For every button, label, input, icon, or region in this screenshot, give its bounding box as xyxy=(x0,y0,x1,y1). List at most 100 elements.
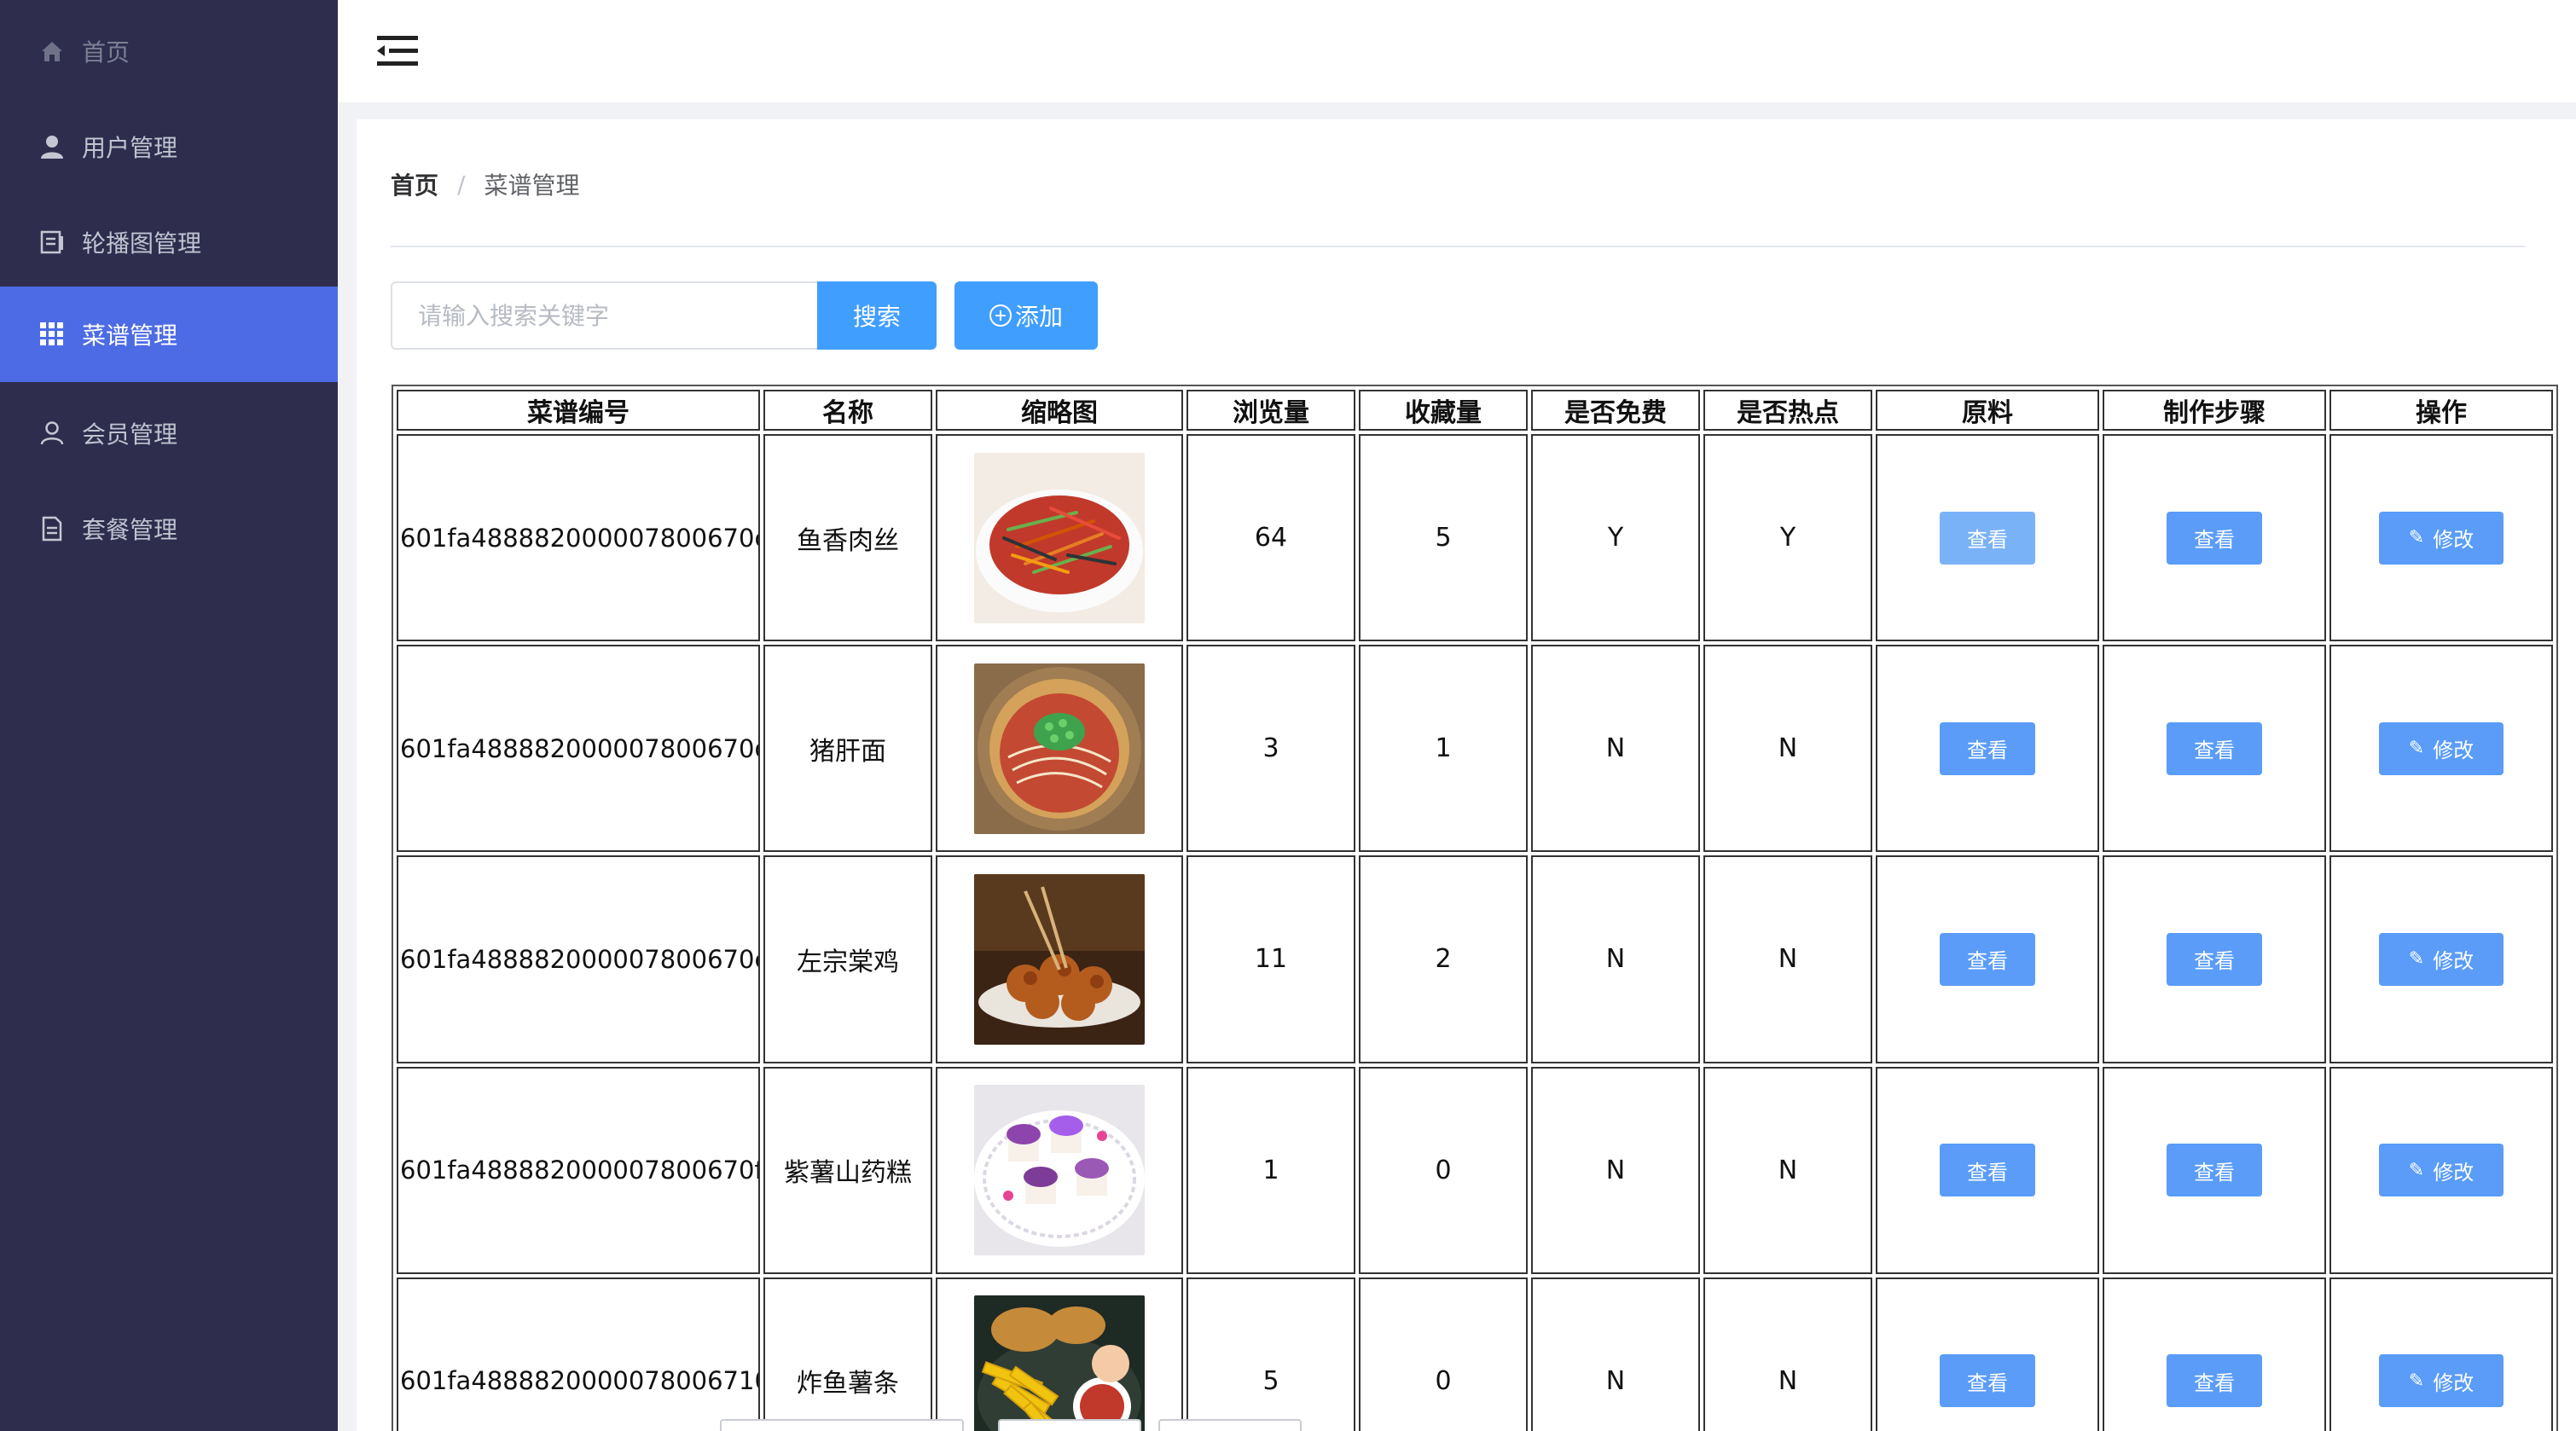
table-row: 601fa488882000007800670d 猪肝面 3 1 N N 查看 … xyxy=(397,645,2553,853)
edit-button[interactable]: ✎ 修改 xyxy=(2379,721,2503,775)
sidebar-item-label: 会员管理 xyxy=(82,420,178,449)
is-hot: N xyxy=(1703,1277,1872,1431)
favorite-count: 1 xyxy=(1359,645,1528,853)
ingredients-cell: 查看 xyxy=(1876,1277,2099,1431)
sidebar-item-users[interactable]: 用户管理 xyxy=(0,99,338,194)
thumbnail-cell xyxy=(936,645,1183,853)
is-hot: N xyxy=(1703,1066,1872,1274)
edit-button[interactable]: ✎ 修改 xyxy=(2379,1354,2503,1408)
pagination-select[interactable] xyxy=(720,1419,964,1431)
divider xyxy=(391,246,2525,247)
column-header: 制作步骤 xyxy=(2103,390,2326,431)
ingredients-cell: 查看 xyxy=(1876,434,2099,642)
view-ingredients-button[interactable]: 查看 xyxy=(1940,511,2035,565)
actions-cell: ✎ 修改 xyxy=(2329,434,2553,642)
edit-button[interactable]: ✎ 修改 xyxy=(2379,932,2503,986)
recipe-id: 601fa488882000007800670f xyxy=(397,1066,760,1274)
view-steps-button[interactable]: 查看 xyxy=(2167,1354,2262,1408)
recipe-thumbnail xyxy=(974,663,1145,834)
menu-fold-icon[interactable] xyxy=(377,34,418,68)
favorite-count: 2 xyxy=(1359,855,1528,1063)
favorite-count: 0 xyxy=(1359,1277,1528,1431)
view-steps-button[interactable]: 查看 xyxy=(2167,932,2262,986)
sidebar-item-recipes[interactable]: 菜谱管理 xyxy=(0,287,338,382)
edit-button-label: 修改 xyxy=(2433,528,2474,553)
steps-cell: 查看 xyxy=(2103,1066,2326,1274)
is-free: N xyxy=(1531,855,1700,1063)
recipe-thumbnail xyxy=(974,1085,1145,1256)
is-free: N xyxy=(1531,645,1700,853)
thumbnail-cell xyxy=(936,1066,1183,1274)
recipe-name: 左宗棠鸡 xyxy=(763,855,932,1063)
recipe-name: 炸鱼薯条 xyxy=(763,1277,932,1431)
recipe-id: 601fa488882000007800670c xyxy=(397,434,760,642)
favorite-count: 5 xyxy=(1359,434,1528,642)
table-header-row: 菜谱编号 名称 缩略图 浏览量 收藏量 是否免费 是否热点 原料 制作步骤 操作 xyxy=(397,390,2553,431)
pencil-icon: ✎ xyxy=(2408,1159,2425,1181)
recipe-id: 601fa488882000007800670d xyxy=(397,645,760,853)
edit-button-label: 修改 xyxy=(2433,1370,2474,1395)
top-header xyxy=(338,0,2576,102)
view-count: 3 xyxy=(1186,645,1355,853)
home-icon xyxy=(38,37,67,66)
edit-button[interactable]: ✎ 修改 xyxy=(2379,1144,2503,1197)
view-ingredients-button[interactable]: 查看 xyxy=(1940,1144,2035,1197)
thumbnail-cell xyxy=(936,1277,1183,1431)
breadcrumb-home[interactable]: 首页 xyxy=(391,167,438,201)
edit-button[interactable]: ✎ 修改 xyxy=(2379,511,2503,565)
pagination-next-button[interactable] xyxy=(1158,1419,1302,1431)
recipe-id: 601fa488882000007800670e xyxy=(397,855,760,1063)
pencil-icon: ✎ xyxy=(2408,738,2425,760)
column-header: 操作 xyxy=(2329,390,2553,431)
view-ingredients-button[interactable]: 查看 xyxy=(1940,932,2035,986)
view-count: 1 xyxy=(1186,1066,1355,1274)
search-input[interactable] xyxy=(391,281,821,350)
view-count: 5 xyxy=(1186,1277,1355,1431)
actions-cell: ✎ 修改 xyxy=(2329,1277,2553,1431)
edit-button-label: 修改 xyxy=(2433,949,2474,974)
is-free: N xyxy=(1531,1066,1700,1274)
file-icon xyxy=(38,514,67,543)
recipe-table: 菜谱编号 名称 缩略图 浏览量 收藏量 是否免费 是否热点 原料 制作步骤 操作… xyxy=(392,385,2558,1431)
sidebar-item-label: 轮播图管理 xyxy=(82,229,202,258)
pencil-icon: ✎ xyxy=(2408,948,2425,970)
pagination-prev-button[interactable] xyxy=(998,1419,1141,1431)
is-hot: N xyxy=(1703,645,1872,853)
favorite-count: 0 xyxy=(1359,1066,1528,1274)
steps-cell: 查看 xyxy=(2103,1277,2326,1431)
sidebar-item-packages[interactable]: 套餐管理 xyxy=(0,481,338,576)
ingredients-cell: 查看 xyxy=(1876,855,2099,1063)
column-header: 名称 xyxy=(763,390,932,431)
view-ingredients-button[interactable]: 查看 xyxy=(1940,721,2035,775)
plus-circle-icon xyxy=(989,304,1012,327)
view-count: 64 xyxy=(1186,434,1355,642)
search-button[interactable]: 搜索 xyxy=(817,281,937,350)
content-card: 首页 / 菜谱管理 搜索 添加 菜谱编号 名称 缩略图 浏览量 收藏量 是否免费… xyxy=(357,119,2576,1431)
table-row: 601fa488882000007800670c 鱼香肉丝 64 5 Y Y 查… xyxy=(397,434,2553,642)
view-steps-button[interactable]: 查看 xyxy=(2167,1144,2262,1197)
column-header: 菜谱编号 xyxy=(397,390,760,431)
user-icon xyxy=(38,132,67,161)
view-steps-button[interactable]: 查看 xyxy=(2167,721,2262,775)
steps-cell: 查看 xyxy=(2103,645,2326,853)
ingredients-cell: 查看 xyxy=(1876,1066,2099,1274)
sidebar-item-carousel[interactable]: 轮播图管理 xyxy=(0,194,338,290)
actions-cell: ✎ 修改 xyxy=(2329,645,2553,853)
person-outline-icon xyxy=(38,419,67,448)
pencil-icon: ✎ xyxy=(2408,1370,2425,1392)
actions-cell: ✎ 修改 xyxy=(2329,1066,2553,1274)
thumbnail-cell xyxy=(936,434,1183,642)
actions-cell: ✎ 修改 xyxy=(2329,855,2553,1063)
column-header: 浏览量 xyxy=(1186,390,1355,431)
add-button[interactable]: 添加 xyxy=(954,281,1098,350)
sidebar-item-members[interactable]: 会员管理 xyxy=(0,385,338,481)
add-button-label: 添加 xyxy=(1014,303,1063,331)
table-row: 601fa488882000007800670e 左宗棠鸡 11 2 N N 查… xyxy=(397,855,2553,1063)
breadcrumb-separator: / xyxy=(457,170,466,199)
sidebar-item-label: 用户管理 xyxy=(82,134,178,162)
column-header: 是否免费 xyxy=(1531,390,1700,431)
view-steps-button[interactable]: 查看 xyxy=(2167,511,2262,565)
view-ingredients-button[interactable]: 查看 xyxy=(1940,1354,2035,1408)
sidebar: 首页 用户管理 轮播图管理 菜谱管理 会员管理 套餐管理 xyxy=(0,0,338,1431)
sidebar-item-home[interactable]: 首页 xyxy=(0,3,338,99)
